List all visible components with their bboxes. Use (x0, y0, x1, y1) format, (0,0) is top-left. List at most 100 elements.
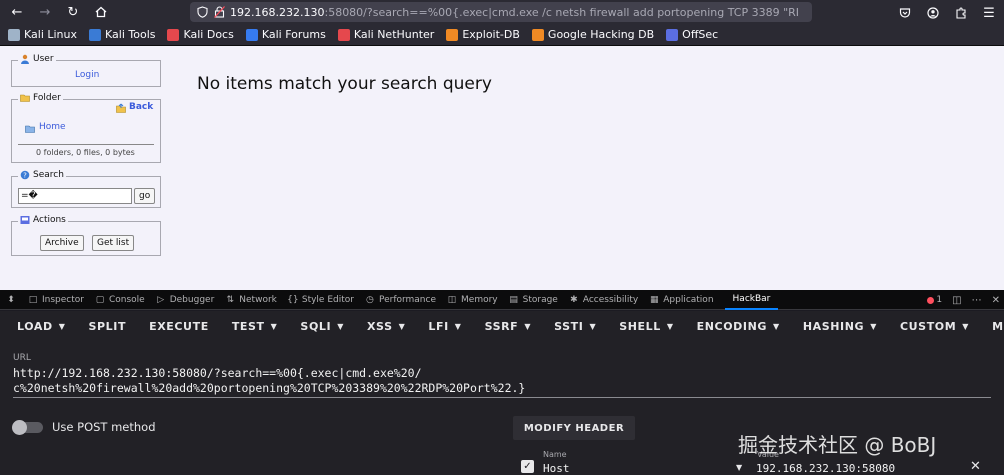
modify-header-button[interactable]: MODIFY HEADER (513, 416, 635, 440)
header-value-input[interactable]: 192.168.232.130:58080 (756, 462, 895, 475)
home-icon[interactable] (90, 1, 112, 23)
header-dropdown-icon[interactable]: ▼ (736, 463, 742, 472)
offsec-icon (666, 28, 679, 41)
devtools-tabbar: ⬍ □ Inspector ▢ Console ▷ Debugger ⇅ Network… (0, 290, 1004, 310)
bookmark-kali-forums[interactable]: Kali Forums (245, 28, 326, 41)
tab-storage[interactable]: ▤ Storage (509, 294, 558, 305)
more-options-icon[interactable]: ⋯ (972, 295, 982, 306)
tab-hackbar[interactable]: HackBar (724, 290, 779, 310)
menu-label: LOAD (17, 319, 53, 333)
menu-encoding[interactable]: ENCODING ▼ (697, 320, 780, 333)
menu-custom[interactable]: CUSTOM ▼ (900, 320, 969, 333)
folder-title-text: Folder (33, 93, 61, 103)
search-panel-title: ? Search (18, 170, 66, 180)
tab-debugger[interactable]: ▷ Debugger (156, 294, 214, 305)
menu-ssti[interactable]: SSTI ▼ (554, 320, 596, 333)
tab-label: Storage (522, 294, 558, 305)
back-arrow-icon[interactable]: ← (6, 1, 28, 23)
toggle-knob (12, 420, 27, 435)
bookmark-kali-linux[interactable]: Kali Linux (8, 28, 77, 41)
bookmark-kali-nethunter[interactable]: Kali NetHunter (337, 28, 435, 41)
folder-stats: 0 folders, 0 files, 0 bytes (36, 148, 135, 157)
back-link[interactable]: Back (116, 102, 153, 113)
tab-style-editor[interactable]: {} Style Editor (287, 294, 354, 305)
address-bar[interactable]: 192.168.232.130:58080/?search==%00{.exec… (190, 2, 812, 22)
tab-label: Application (663, 294, 714, 305)
memory-icon: ◫ (447, 294, 457, 305)
url-line: http://192.168.232.130:58080/?search==%0… (13, 366, 422, 380)
shield-icon[interactable] (196, 6, 208, 18)
error-icon (927, 296, 935, 304)
menu-icon[interactable]: ☰ (978, 2, 1000, 24)
reload-icon[interactable]: ↻ (62, 1, 84, 23)
bookmark-offsec[interactable]: OffSec (666, 28, 718, 41)
tab-performance[interactable]: ◷ Performance (365, 295, 436, 305)
menu-mode[interactable]: MODE▼ (992, 320, 1004, 333)
menu-label: SHELL (619, 319, 661, 333)
home-link-text[interactable]: Home (39, 122, 66, 132)
post-method-toggle[interactable] (12, 420, 43, 435)
folder-panel-title: Folder (18, 93, 63, 103)
tab-memory[interactable]: ◫ Memory (447, 295, 498, 305)
menu-test[interactable]: TEST ▼ (232, 320, 278, 333)
close-devtools-icon[interactable]: ✕ (992, 295, 1000, 306)
bookmark-label: Exploit-DB (462, 28, 520, 41)
dock-icon[interactable]: ◫ (952, 295, 961, 306)
tab-accessibility[interactable]: ✱ Accessibility (569, 295, 638, 305)
bookmark-label: Kali Linux (24, 28, 78, 41)
header-name-label: Name (543, 450, 567, 459)
header-enabled-checkbox[interactable]: ✓ (521, 460, 534, 473)
menu-lfi[interactable]: LFI ▼ (428, 320, 461, 333)
bookmark-exploit-db[interactable]: Exploit-DB (446, 28, 520, 41)
header-name-input[interactable]: Host (543, 462, 570, 475)
login-link[interactable]: Login (75, 70, 99, 80)
archive-button[interactable]: Archive (40, 235, 84, 251)
folder-divider (18, 144, 154, 145)
back-link-text[interactable]: Back (129, 102, 153, 112)
remove-header-icon[interactable]: ✕ (970, 459, 981, 474)
pick-element-icon[interactable]: ⬍ (6, 295, 20, 305)
tab-label: Accessibility (582, 294, 639, 305)
insecure-lock-icon[interactable] (213, 6, 225, 18)
account-icon[interactable] (922, 2, 944, 24)
tab-network[interactable]: ⇅ Network (225, 295, 277, 305)
pocket-icon[interactable] (894, 2, 916, 24)
url-underline (13, 397, 991, 398)
menu-xss[interactable]: XSS ▼ (367, 320, 405, 333)
home-link[interactable]: Home (25, 122, 66, 133)
hackbar-panel: URL http://192.168.232.130:58080/?search… (0, 341, 1004, 475)
bookmark-label: Kali NetHunter (353, 28, 435, 41)
bookmark-google-hacking-db[interactable]: Google Hacking DB (531, 28, 654, 41)
style-editor-icon: {} (287, 294, 299, 305)
debugger-icon: ▷ (157, 294, 165, 305)
tab-application[interactable]: ▦ Application (649, 294, 714, 305)
menu-load[interactable]: LOAD ▼ (17, 320, 65, 333)
menu-execute[interactable]: EXECUTE (149, 320, 209, 333)
menu-shell[interactable]: SHELL ▼ (619, 320, 673, 333)
error-count[interactable]: 1 (927, 295, 942, 305)
extensions-icon[interactable] (950, 2, 972, 24)
bookmark-label: OffSec (682, 28, 719, 41)
go-button[interactable]: go (134, 188, 156, 204)
tab-console[interactable]: ▢ Console (95, 295, 145, 305)
url-textarea[interactable]: http://192.168.232.130:58080/?search==%0… (13, 366, 993, 396)
kali-tools-icon (89, 28, 102, 41)
bookmark-kali-docs[interactable]: Kali Docs (167, 28, 234, 41)
bookmark-kali-tools[interactable]: Kali Tools (89, 28, 155, 41)
search-input[interactable]: =� (18, 188, 132, 204)
caret-down-icon: ▼ (666, 321, 674, 331)
menu-label: LFI (428, 319, 449, 333)
menu-ssrf[interactable]: SSRF ▼ (485, 320, 532, 333)
get-list-button[interactable]: Get list (92, 235, 135, 251)
menu-split[interactable]: SPLIT (88, 320, 126, 333)
tab-label: Memory (461, 294, 498, 305)
user-panel-title: User (18, 54, 56, 64)
menu-sqli[interactable]: SQLI ▼ (300, 320, 344, 333)
folder-up-icon (116, 102, 126, 113)
caret-down-icon: ▼ (454, 321, 462, 331)
forward-arrow-icon[interactable]: → (34, 1, 56, 23)
menu-hashing[interactable]: HASHING ▼ (803, 320, 877, 333)
tab-inspector[interactable]: □ Inspector (28, 295, 84, 305)
user-panel: User Login (11, 54, 161, 87)
caret-down-icon: ▼ (270, 321, 278, 331)
